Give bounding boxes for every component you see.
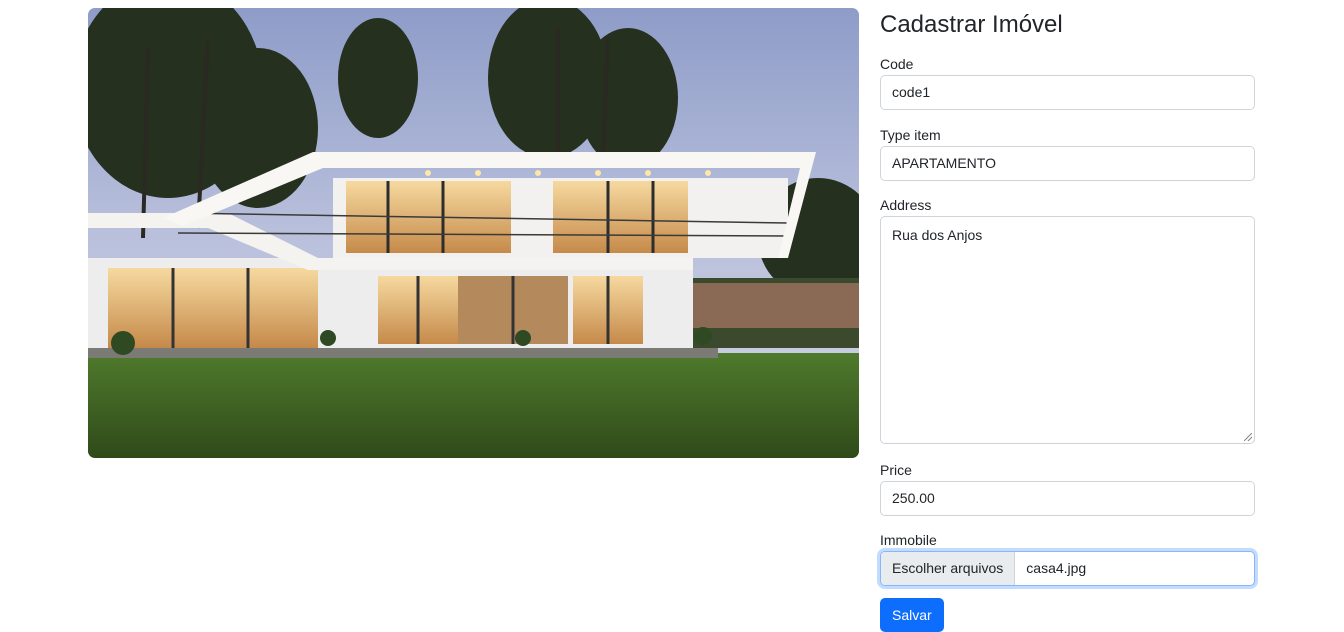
selected-file-name: casa4.jpg bbox=[1026, 560, 1087, 576]
price-field-group: Price 250.00 bbox=[880, 461, 1255, 516]
immobile-label: Immobile bbox=[880, 532, 937, 548]
code-input[interactable]: code1 bbox=[880, 75, 1255, 110]
type-item-field-group: Type item APARTAMENTO bbox=[880, 126, 1255, 181]
address-label: Address bbox=[880, 197, 932, 213]
code-field-group: Code code1 bbox=[880, 55, 1255, 110]
price-input[interactable]: 250.00 bbox=[880, 481, 1255, 516]
address-field-group: Address Rua dos Anjos bbox=[880, 196, 1255, 444]
immobile-field-group: Immobile Escolher arquivos casa4.jpg bbox=[880, 531, 1255, 586]
page-title: Cadastrar Imóvel bbox=[880, 11, 1063, 38]
type-item-label: Type item bbox=[880, 127, 941, 143]
address-textarea[interactable]: Rua dos Anjos bbox=[880, 216, 1255, 444]
price-label: Price bbox=[880, 462, 912, 478]
code-label: Code bbox=[880, 56, 914, 72]
type-item-input[interactable]: APARTAMENTO bbox=[880, 146, 1255, 181]
property-form: Cadastrar Imóvel Code code1 Type item AP… bbox=[880, 8, 1255, 632]
property-photo bbox=[88, 8, 859, 458]
save-button[interactable]: Salvar bbox=[880, 598, 944, 632]
choose-file-button[interactable]: Escolher arquivos bbox=[881, 552, 1016, 585]
resize-handle-icon[interactable] bbox=[1244, 433, 1252, 441]
immobile-file-input[interactable]: Escolher arquivos casa4.jpg bbox=[880, 551, 1255, 586]
address-value: Rua dos Anjos bbox=[892, 227, 983, 243]
